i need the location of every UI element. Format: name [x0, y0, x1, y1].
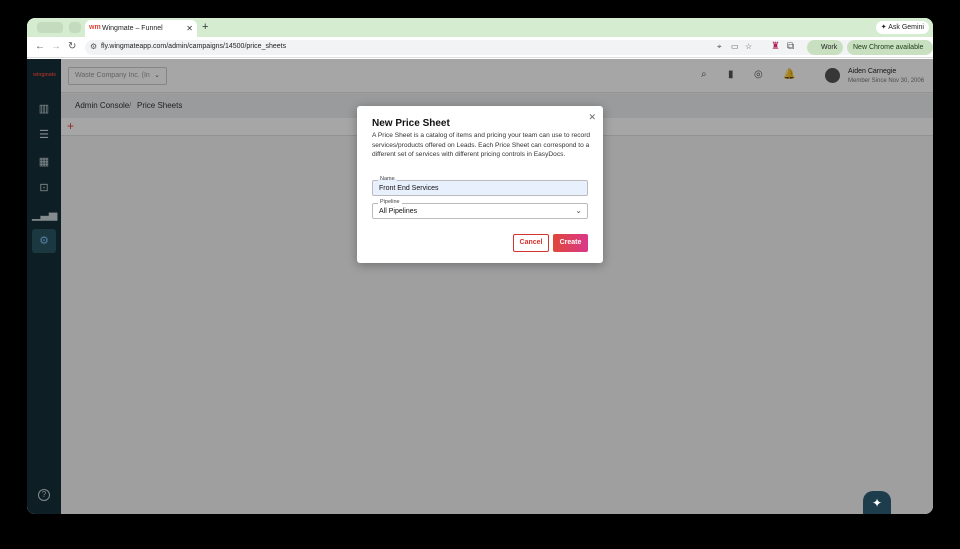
active-tab[interactable]: wm Wingmate – Funnel ✕	[85, 20, 197, 37]
address-bar-row: ← → ↻ ⚙ fly.wingmateapp.com/admin/campai…	[27, 37, 933, 66]
ask-gemini-button[interactable]: ✦ Ask Gemini	[875, 21, 929, 34]
reload-icon[interactable]: ↻	[68, 41, 76, 52]
tab-search-chevron[interactable]	[69, 22, 81, 33]
chevron-down-icon: ⌄	[575, 206, 582, 215]
site-info-icon[interactable]: ⚙	[90, 42, 97, 51]
tab-bar: wm Wingmate – Funnel ✕ + ✦ Ask Gemini	[27, 18, 933, 37]
extensions-puzzle-icon[interactable]: ⧉	[787, 41, 794, 52]
url-input[interactable]: ⚙ fly.wingmateapp.com/admin/campaigns/14…	[85, 40, 865, 55]
back-icon[interactable]: ←	[35, 41, 45, 52]
dialog-title: New Price Sheet	[372, 118, 450, 129]
forward-icon[interactable]: →	[51, 41, 61, 52]
tab-title: Wingmate – Funnel	[102, 25, 163, 32]
browser-window: wm Wingmate – Funnel ✕ + ✦ Ask Gemini ← …	[27, 18, 933, 514]
url-text: fly.wingmateapp.com/admin/campaigns/1450…	[101, 43, 287, 50]
bookmark-star-icon[interactable]: ☆	[745, 42, 752, 51]
chrome-update-button[interactable]: New Chrome available ⋮	[847, 40, 933, 66]
location-icon[interactable]: ⌖	[717, 42, 722, 52]
pipeline-select[interactable]: Pipeline All Pipelines ⌄	[372, 199, 588, 219]
name-field[interactable]: Name Front End Services	[372, 176, 588, 196]
cancel-button[interactable]: Cancel	[513, 234, 549, 252]
profile-button[interactable]: Work	[807, 40, 844, 55]
close-tab-icon[interactable]: ✕	[186, 24, 193, 33]
pipeline-value: All Pipelines	[379, 208, 418, 215]
wingmate-favicon-icon: wm	[89, 24, 101, 31]
extension-icon[interactable]: ♜	[771, 41, 780, 52]
pipeline-label: Pipeline	[378, 199, 402, 205]
name-value: Front End Services	[379, 185, 439, 192]
name-label: Name	[378, 176, 397, 182]
new-price-sheet-dialog: ✕ New Price Sheet A Price Sheet is a cat…	[357, 106, 603, 263]
install-icon[interactable]: ▭	[731, 42, 739, 51]
ai-assistant-button[interactable]: ✦	[863, 491, 891, 514]
new-tab-button[interactable]: +	[202, 21, 208, 33]
create-button[interactable]: Create	[553, 234, 588, 252]
sparkle-icon: ✦	[871, 496, 883, 510]
close-icon[interactable]: ✕	[588, 112, 596, 123]
tab-group-pill[interactable]	[37, 22, 63, 33]
dialog-description: A Price Sheet is a catalog of items and …	[372, 132, 591, 158]
